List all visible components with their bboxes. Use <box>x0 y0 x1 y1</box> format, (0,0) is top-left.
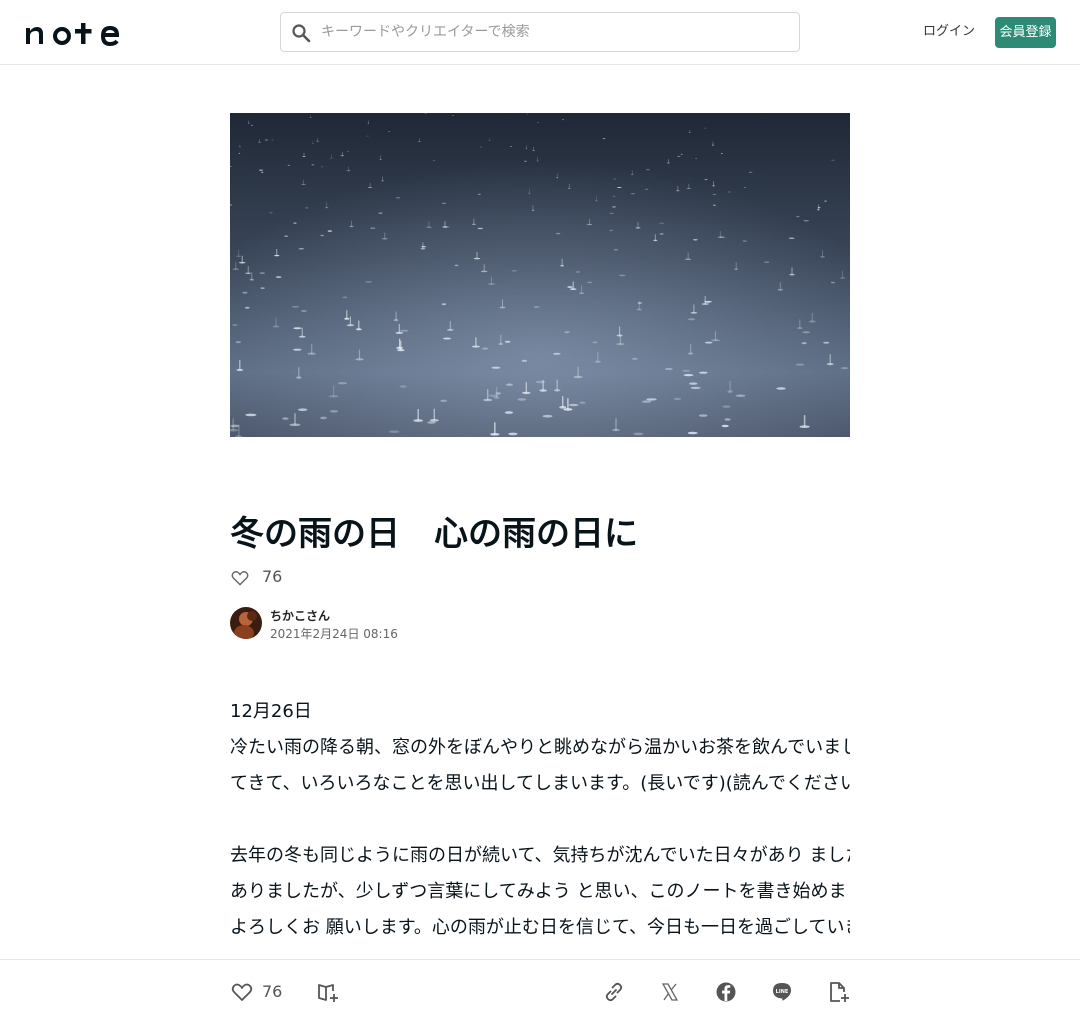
article-title: 冬の雨の日 心の雨の日に <box>230 514 638 554</box>
search-icon <box>292 24 311 43</box>
body-line: 冷たい雨の降る朝、窓の外をぼんやりと眺めながら温かいお茶を飲んでいました。 雨の… <box>230 737 850 758</box>
body-line: てきて、いろいろなことを思い出してしまいます。(長いです)(読んでくださいね) <box>230 773 850 794</box>
search-box[interactable] <box>280 12 800 52</box>
note-logo[interactable] <box>24 20 124 46</box>
article-body: 12月26日 冷たい雨の降る朝、窓の外をぼんやりと眺めながら温かいお茶を飲んでい… <box>230 694 850 946</box>
hero-image <box>230 113 850 437</box>
like-count: 76 <box>262 982 283 1001</box>
body-line <box>230 802 850 838</box>
svg-text:LINE: LINE <box>776 989 789 995</box>
body-line: 12月26日 <box>230 701 312 722</box>
body-line: よろしくお 願いします。心の雨が止む日を信じて、今日も一日を過ごしていきます。 <box>230 917 850 938</box>
heart-icon[interactable] <box>230 980 254 1004</box>
heart-icon[interactable] <box>230 568 250 588</box>
line-icon[interactable]: LINE <box>770 980 794 1004</box>
x-icon[interactable] <box>658 980 682 1004</box>
like-count: 76 <box>262 567 283 586</box>
link-icon[interactable] <box>602 980 626 1004</box>
body-line: ありましたが、少しずつ言葉にしてみよう と思い、このノートを書き始めました。同じ… <box>230 881 850 902</box>
avatar[interactable] <box>230 607 262 639</box>
signup-button[interactable]: 会員登録 <box>995 17 1056 48</box>
login-link[interactable]: ログイン <box>922 22 976 42</box>
search-input[interactable] <box>321 13 791 51</box>
site-header: ログイン 会員登録 <box>0 0 1080 65</box>
author-name[interactable]: ちかこさん <box>270 608 330 624</box>
magazine-add-icon[interactable] <box>316 980 340 1004</box>
bottom-action-bar: 76 LINE <box>0 959 1080 1024</box>
rain-photo <box>230 113 850 437</box>
author-info[interactable]: ちかこさん 2021年2月24日 08:16 <box>230 607 530 641</box>
facebook-icon[interactable] <box>714 980 738 1004</box>
body-line: 去年の冬も同じように雨の日が続いて、気持ちが沈んでいた日々があり ました。誰にも… <box>230 845 850 866</box>
note-add-icon[interactable] <box>826 980 850 1004</box>
post-date: 2021年2月24日 08:16 <box>270 627 398 641</box>
